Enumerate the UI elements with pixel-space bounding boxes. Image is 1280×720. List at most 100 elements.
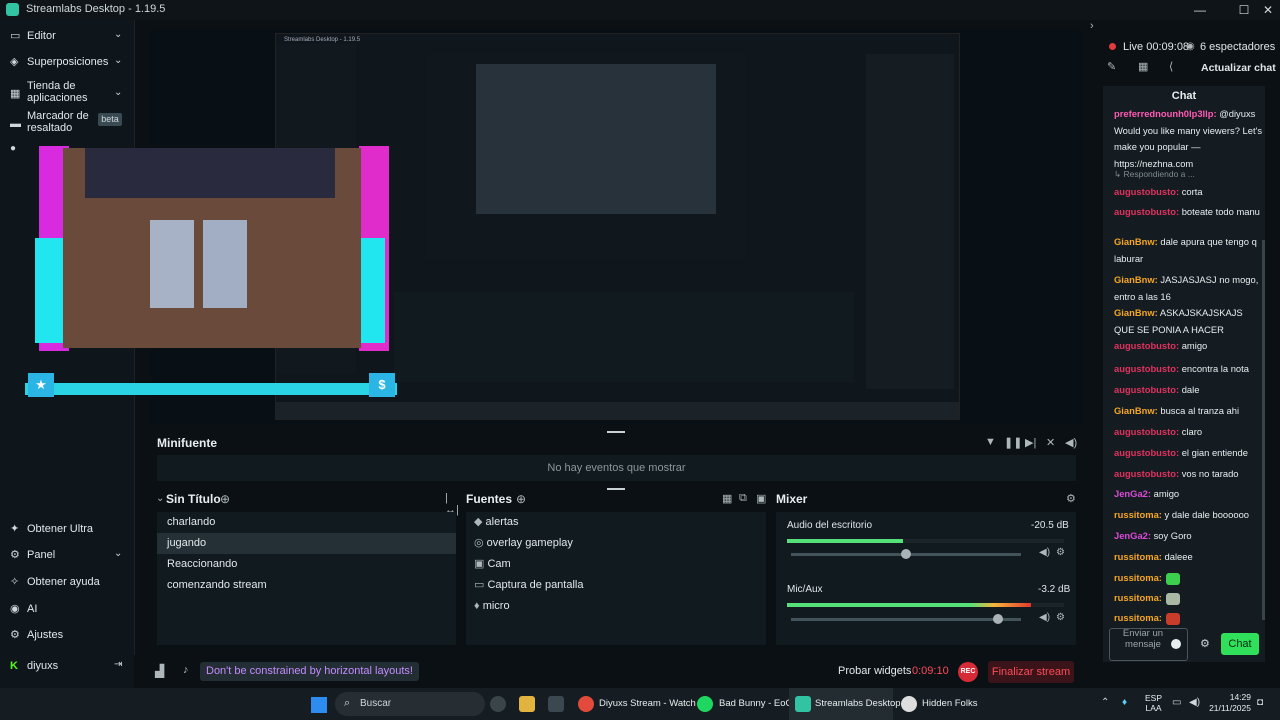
- taskbar-app-label[interactable]: Streamlabs Desktop: [815, 698, 901, 709]
- mic-tray-icon[interactable]: ♦: [1122, 697, 1127, 708]
- refresh-chat-button[interactable]: Actualizar chat: [1201, 62, 1276, 74]
- chat-username[interactable]: GianBnw:: [1114, 236, 1158, 247]
- hidden-folks-icon[interactable]: [901, 696, 917, 712]
- maximize-button[interactable]: ☐: [1232, 1, 1256, 19]
- chat-username[interactable]: augustobusto:: [1114, 447, 1179, 458]
- chat-username[interactable]: russitoma:: [1114, 509, 1162, 520]
- tip-banner[interactable]: Don't be constrained by horizontal layou…: [200, 662, 419, 681]
- volume-tray-icon[interactable]: ◀): [1189, 697, 1200, 708]
- pause-icon[interactable]: ❚❚: [1004, 436, 1022, 449]
- chevron-up-icon[interactable]: ⌃: [1101, 697, 1109, 708]
- chat-username[interactable]: augustobusto:: [1114, 186, 1179, 197]
- app-icon[interactable]: [548, 696, 564, 712]
- scene-item[interactable]: charlando: [157, 512, 456, 533]
- chat-username[interactable]: augustobusto:: [1114, 363, 1179, 374]
- chat-username[interactable]: GianBnw:: [1114, 274, 1158, 285]
- chevron-right-icon[interactable]: ›: [1090, 20, 1094, 32]
- notification-icon[interactable]: ♪: [183, 664, 189, 676]
- gear-icon[interactable]: ⚙: [1056, 612, 1065, 623]
- network-icon[interactable]: ▭: [1172, 697, 1181, 708]
- record-button[interactable]: REC: [958, 662, 978, 682]
- source-item[interactable]: ◎ overlay gameplay: [466, 533, 573, 554]
- chat-username[interactable]: russitoma:: [1114, 572, 1162, 583]
- notification-bell-icon[interactable]: ◘: [1257, 697, 1263, 708]
- chat-username[interactable]: GianBnw:: [1114, 405, 1158, 416]
- end-stream-button[interactable]: Finalizar stream: [988, 661, 1074, 683]
- skip-icon[interactable]: ▶|: [1025, 436, 1036, 449]
- resize-handle[interactable]: [607, 488, 625, 490]
- file-explorer-icon[interactable]: [519, 696, 535, 712]
- nav-app-store[interactable]: ▦ Tienda de aplicaciones ⌄: [0, 78, 134, 108]
- test-widgets-button[interactable]: Probar widgets: [838, 665, 911, 677]
- chat-username[interactable]: russitoma:: [1114, 592, 1162, 603]
- gear-icon[interactable]: ⚙: [1200, 637, 1210, 650]
- scene-item-selected[interactable]: jugando: [157, 533, 456, 554]
- source-item[interactable]: ♦ micro: [466, 596, 510, 617]
- widgets-icon[interactable]: [490, 696, 506, 712]
- volume-knob[interactable]: [901, 549, 911, 559]
- source-layout-icon[interactable]: ▦: [722, 492, 732, 505]
- record-icon[interactable]: ●: [10, 143, 16, 154]
- folder-icon[interactable]: ▣: [756, 492, 766, 505]
- close-button[interactable]: ✕: [1256, 1, 1280, 19]
- chat-username[interactable]: augustobusto:: [1114, 206, 1179, 217]
- scene-collection-title[interactable]: Sin Título: [166, 492, 221, 506]
- source-item[interactable]: ▭ Captura de pantalla: [466, 575, 583, 596]
- chat-username[interactable]: JenGa2:: [1114, 488, 1151, 499]
- nav-user[interactable]: K diyuxs ⇥: [0, 654, 134, 680]
- logout-icon[interactable]: ⇥: [114, 659, 122, 670]
- add-source-icon[interactable]: ⊕: [516, 492, 526, 506]
- windows-start-icon[interactable]: [311, 697, 327, 713]
- nav-overlays[interactable]: ◈ Superposiciones ⌄: [0, 50, 134, 76]
- source-item[interactable]: ◆ alertas: [466, 512, 519, 533]
- nav-settings[interactable]: ⚙ Ajustes: [0, 623, 134, 649]
- chat-username[interactable]: augustobusto:: [1114, 340, 1179, 351]
- chat-username[interactable]: russitoma:: [1114, 551, 1162, 562]
- chat-username[interactable]: JenGa2:: [1114, 530, 1151, 541]
- nav-dashboard[interactable]: ⚙ Panel ⌄: [0, 543, 134, 569]
- emoji-icon[interactable]: [1171, 639, 1181, 649]
- taskbar-app-label[interactable]: Diyuxs Stream - Watch I: [599, 698, 701, 709]
- clock[interactable]: 14:29 21/11/2025: [1205, 692, 1251, 714]
- share-icon[interactable]: ⟨: [1169, 60, 1173, 73]
- chat-username[interactable]: preferrednounh0lp3llp:: [1114, 108, 1217, 119]
- chat-username[interactable]: augustobusto:: [1114, 426, 1179, 437]
- speaker-icon[interactable]: ◀): [1039, 612, 1050, 623]
- minimize-button[interactable]: —: [1188, 1, 1212, 19]
- chrome-icon[interactable]: [578, 696, 594, 712]
- nav-help[interactable]: ✧ Obtener ayuda: [0, 570, 134, 596]
- source-group-icon[interactable]: ⧉: [739, 492, 747, 505]
- gear-icon[interactable]: ⚙: [1056, 547, 1065, 558]
- streamlabs-icon[interactable]: [795, 696, 811, 712]
- language-indicator[interactable]: ESP LAA: [1145, 693, 1162, 713]
- volume-slider[interactable]: [791, 549, 1021, 559]
- performance-icon[interactable]: ▟: [155, 664, 164, 678]
- chat-username[interactable]: GianBnw:: [1114, 307, 1158, 318]
- mute-notifications-icon[interactable]: ✕: [1046, 436, 1055, 449]
- gear-icon[interactable]: ⚙: [1066, 492, 1076, 505]
- scene-item[interactable]: comenzando stream: [157, 575, 456, 596]
- nav-ai[interactable]: ◉ AI: [0, 597, 134, 623]
- filter-icon[interactable]: ▼: [985, 436, 996, 448]
- volume-icon[interactable]: ◀): [1065, 436, 1077, 449]
- pencil-icon[interactable]: ✎: [1107, 60, 1116, 73]
- scene-item[interactable]: Reaccionando: [157, 554, 456, 575]
- chat-input[interactable]: Enviar un mensaje: [1109, 628, 1188, 661]
- volume-knob[interactable]: [993, 614, 1003, 624]
- send-chat-button[interactable]: Chat: [1221, 633, 1259, 655]
- nav-editor[interactable]: ▭ Editor ⌄: [0, 24, 134, 50]
- chat-popout-icon[interactable]: ▦: [1138, 60, 1148, 73]
- volume-slider[interactable]: [791, 614, 1021, 624]
- chat-username[interactable]: russitoma:: [1114, 612, 1162, 623]
- chat-username[interactable]: augustobusto:: [1114, 468, 1179, 479]
- taskbar-app-label[interactable]: Bad Bunny - EoO: [719, 698, 793, 709]
- taskbar-app-label[interactable]: Hidden Folks: [922, 698, 977, 709]
- chat-scrollbar[interactable]: [1262, 240, 1265, 620]
- add-scene-icon[interactable]: ⊕: [220, 492, 230, 506]
- search-bar[interactable]: ⌕ Buscar: [335, 692, 485, 716]
- speaker-icon[interactable]: ◀): [1039, 547, 1050, 558]
- spotify-icon[interactable]: [697, 696, 713, 712]
- chat-username[interactable]: augustobusto:: [1114, 384, 1179, 395]
- nav-get-ultra[interactable]: ✦ Obtener Ultra: [0, 517, 134, 543]
- source-item[interactable]: ▣ Cam: [466, 554, 511, 575]
